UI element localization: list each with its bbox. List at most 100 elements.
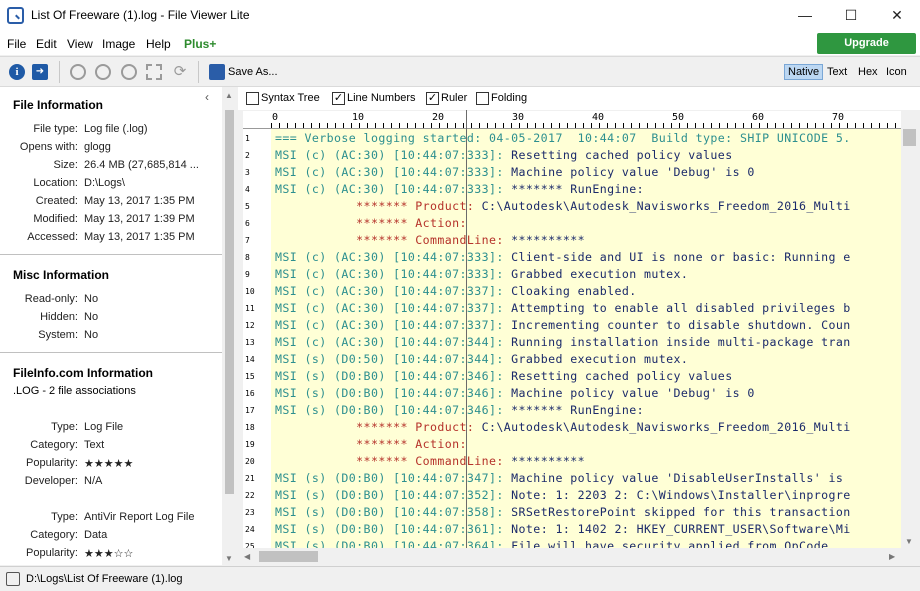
log-line-segment: ******* Product: [275,199,482,213]
log-line-segment: Resetting cached policy values [511,369,733,383]
text-horizontal-scrollbar[interactable] [238,548,918,565]
file-info-title: File Information [13,98,103,112]
text-scroll-down-icon[interactable]: ▼ [905,537,913,546]
save-icon[interactable] [209,64,225,80]
log-line-segment: Client-side and UI is none or basic: Run… [511,250,851,264]
log-line: MSI (s) (D0:B0) [10:44:07:346]: ******* … [275,403,644,417]
rotate-icon[interactable]: ⟳ [172,64,188,80]
log-line-segment: MSI (c) (AC:30) [10:44:07:337]: [275,301,512,315]
sidebar: File Information ‹ File type: Log file (.… [0,87,237,565]
ruler-label: Ruler [441,92,468,104]
ruler-checkbox[interactable]: ✓ [426,92,439,105]
menu-plus[interactable]: Plus+ [184,37,216,51]
line-numbers-label: Line Numbers [347,92,416,104]
menu-bar: File Edit View Image Help Plus+ [0,31,920,55]
text-vertical-scroll-thumb[interactable] [903,129,916,146]
info-label: Type: [51,511,78,523]
info-value: May 13, 2017 1:35 PM [84,231,195,243]
log-line: MSI (s) (D0:B0) [10:44:07:364]: File wil… [275,539,836,548]
upgrade-button[interactable]: Upgrade [817,33,916,54]
menu-image[interactable]: Image [102,37,135,51]
line-number: 23 [245,508,255,517]
menu-edit[interactable]: Edit [36,37,57,51]
line-number: 17 [245,406,255,415]
ruler-tick-label: 50 [672,112,685,123]
open-in-icon[interactable]: ➜ [32,64,48,80]
view-native-button[interactable]: Native [784,64,824,80]
line-number: 8 [245,253,250,262]
sidebar-scroll-thumb[interactable] [225,110,234,494]
info-label: Hidden: [40,311,78,323]
line-number: 1 [245,134,250,143]
minimize-button[interactable]: — [782,0,828,31]
save-as-button[interactable]: Save As... [228,66,278,78]
fit-icon[interactable] [146,64,162,80]
file-icon [6,572,20,586]
zoom-out-icon[interactable] [70,64,86,80]
maximize-button[interactable]: ☐ [828,0,874,31]
line-number: 22 [245,491,255,500]
log-line-segment: MSI (s) (D0:B0) [10:44:07:346]: [275,403,512,417]
log-line: MSI (s) (D0:B0) [10:44:07:347]: Machine … [275,471,843,485]
info-label: System: [38,329,78,341]
view-icon-button[interactable]: Icon [883,65,910,79]
log-line: MSI (c) (AC:30) [10:44:07:337]: Cloaking… [275,284,637,298]
info-label: Opens with: [19,141,78,153]
file-associations-subtitle: .LOG - 2 file associations [13,385,136,397]
menu-help[interactable]: Help [146,37,171,51]
log-line-segment: ******* CommandLine: [275,233,512,247]
info-value: No [84,329,99,341]
syntax-tree-checkbox[interactable] [246,92,259,105]
title-bar: List Of Freeware (1).log - File Viewer L… [0,0,920,31]
log-line-segment: MSI (s) (D0:50) [10:44:07:344]: [275,352,512,366]
info-value: glogg [84,141,111,153]
ruler-tick-label: 20 [432,112,445,123]
ruler-tick-label: 70 [832,112,845,123]
log-line: MSI (s) (D0:B0) [10:44:07:346]: Resettin… [275,369,733,383]
text-scroll-left-icon[interactable]: ◀ [244,552,250,561]
log-line-segment: MSI (s) (D0:B0) [10:44:07:347]: [275,471,512,485]
zoom-in-icon[interactable] [95,64,111,80]
log-line-segment: Note: 1: 1402 2: HKEY_CURRENT_USER\Softw… [511,522,851,536]
view-text-button[interactable]: Text [824,65,850,79]
log-line-segment: MSI (s) (D0:B0) [10:44:07:346]: [275,386,512,400]
line-number: 2 [245,151,250,160]
scroll-down-icon[interactable]: ▼ [225,554,233,563]
log-line-segment: ******* Action: [275,437,475,451]
close-button[interactable]: ✕ [874,0,920,31]
menu-view[interactable]: View [67,37,93,51]
status-file-path: D:\Logs\List Of Freeware (1).log [26,573,183,585]
info-label: File type: [33,123,78,135]
log-line-segment: ******* Action: [275,216,475,230]
ruler-column-marker [466,110,467,548]
text-vertical-scrollbar[interactable] [901,129,918,548]
info-value: Log file (.log) [84,123,148,135]
log-line-segment: Note: 1: 2203 2: C:\Windows\Installer\in… [511,488,851,502]
info-value: May 13, 2017 1:35 PM [84,195,195,207]
zoom-reset-icon[interactable] [121,64,137,80]
info-label: Accessed: [27,231,78,243]
menu-file[interactable]: File [7,37,26,51]
text-horizontal-scroll-thumb[interactable] [259,551,318,562]
ruler: 0 10 20 30 40 50 60 70 [243,111,901,129]
text-view[interactable]: === Verbose logging started: 04-05-2017 … [271,129,901,548]
view-hex-button[interactable]: Hex [855,65,881,79]
log-line-segment: Machine policy value 'Debug' is 0 [511,165,755,179]
info-label: Popularity: [26,547,78,559]
folding-checkbox[interactable] [476,92,489,105]
log-line: MSI (s) (D0:B0) [10:44:07:346]: Machine … [275,386,755,400]
line-numbers-checkbox[interactable]: ✓ [332,92,345,105]
info-icon[interactable]: i [9,64,25,80]
log-line-segment: MSI (c) (AC:30) [10:44:07:337]: [275,318,512,332]
log-line-segment: ******* RunEngine: [511,182,645,196]
info-label: Size: [53,159,78,171]
collapse-sidebar-icon[interactable]: ‹ [205,90,209,104]
ruler-tick-label: 60 [752,112,765,123]
log-line: ******* Product: C:\Autodesk\Autodesk_Na… [275,420,851,434]
info-value: No [84,293,99,305]
log-line: MSI (c) (AC:30) [10:44:07:344]: Running … [275,335,851,349]
info-value: ★★★★★ [84,458,134,470]
text-scroll-right-icon[interactable]: ▶ [889,552,895,561]
scroll-up-icon[interactable]: ▲ [225,91,233,100]
log-line: ******* CommandLine: ********** [275,233,585,247]
